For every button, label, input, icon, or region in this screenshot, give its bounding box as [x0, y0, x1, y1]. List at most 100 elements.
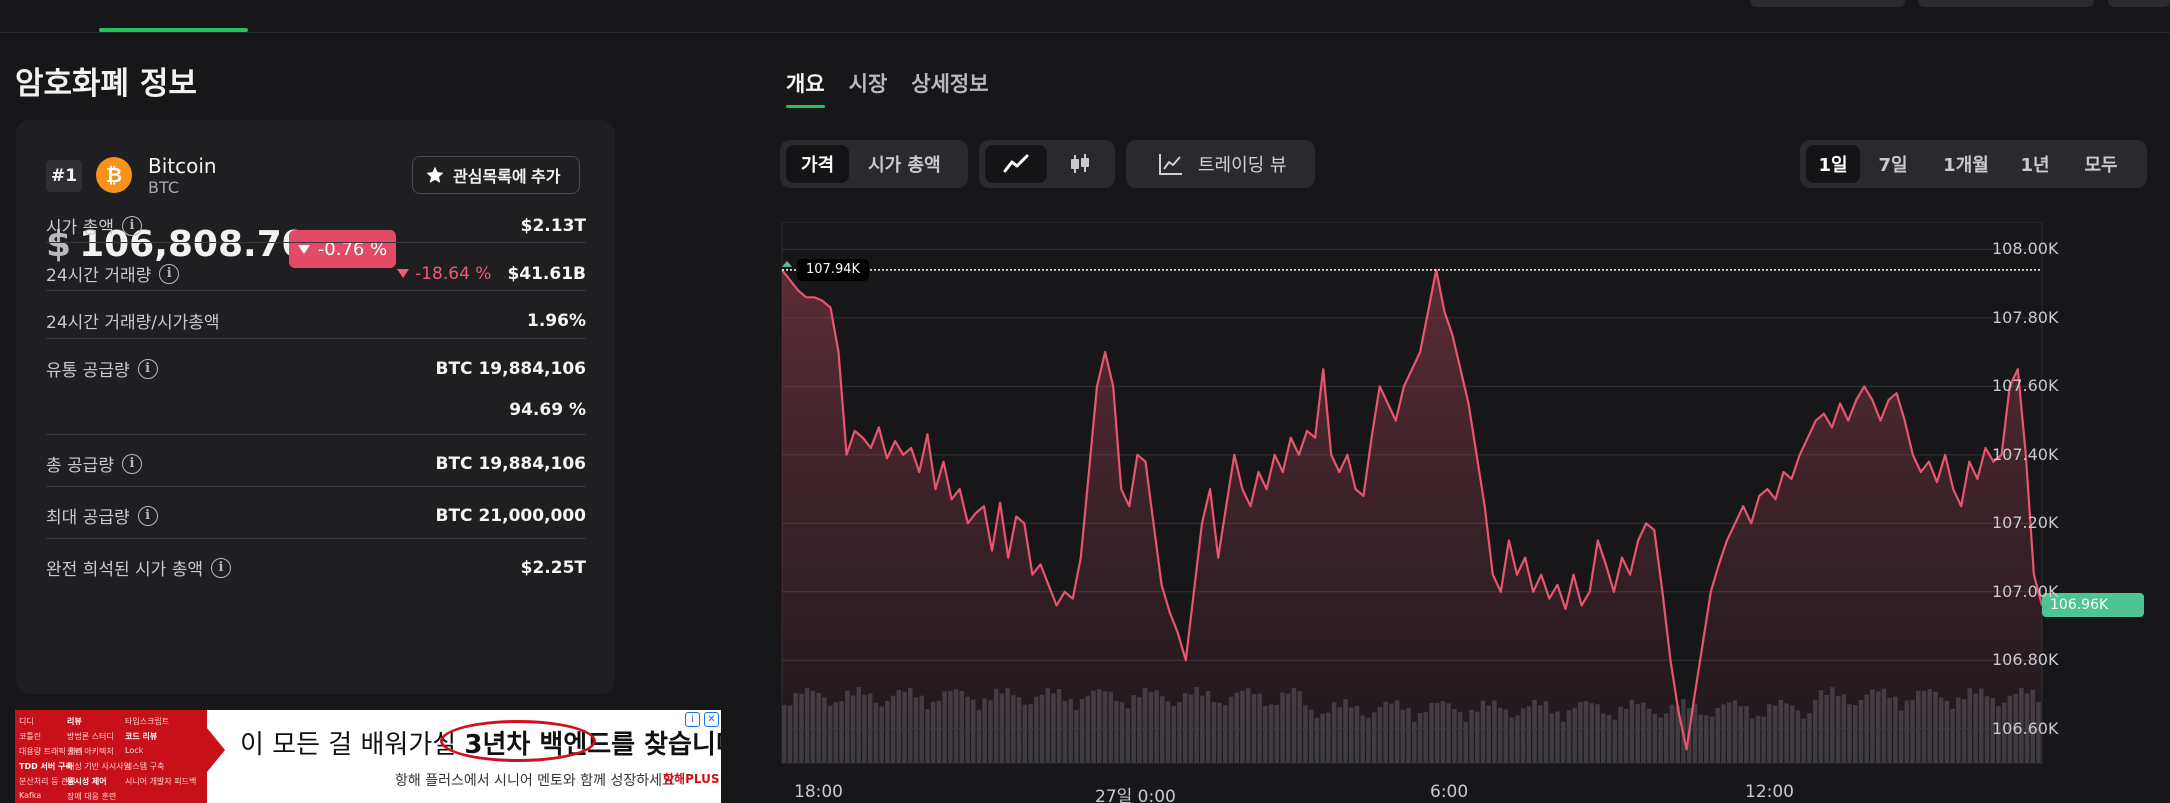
down-arrow-icon: [297, 244, 310, 254]
stat-label: 24시간 거래량/시가총액: [46, 313, 220, 333]
stat-circulating-percent: 94.69 %: [46, 400, 586, 420]
volume-change-value: -18.64 %: [415, 263, 492, 284]
down-arrow-icon: [397, 269, 410, 278]
y-tick-label: 107.00K: [1992, 581, 2059, 601]
divider: [46, 338, 586, 339]
trading-view-label: 트레이딩 뷰: [1198, 155, 1287, 176]
active-nav-indicator: [99, 28, 248, 32]
info-icon[interactable]: i: [121, 453, 142, 474]
mode-market-cap[interactable]: 시가 총액: [853, 145, 956, 183]
ad-keyword: TDD 서버 구축: [19, 762, 73, 771]
price-chart[interactable]: 107.94K 106.96K 108.00K 107.80K 107.60K 107…: [780, 222, 2170, 803]
stat-label: 24시간 거래량: [46, 266, 152, 286]
stat-value: 94.69 %: [509, 400, 586, 420]
info-icon[interactable]: i: [121, 215, 142, 236]
price-chart-svg: [781, 222, 2044, 764]
stat-label: 완전 희석된 시가 총액: [46, 560, 203, 580]
ad-keyword: 캐싱 기반 사시사업: [67, 762, 131, 771]
stat-label: 총 공급량: [46, 456, 114, 476]
add-watchlist-button[interactable]: 관심목록에 추가: [412, 156, 580, 194]
coin-info-card: #1 ₿ Bitcoin BTC 관심목록에 추가 $106,808.70 -0…: [16, 120, 615, 694]
trading-view-button[interactable]: 트레이딩 뷰: [1126, 140, 1315, 188]
top-button-2[interactable]: [1918, 0, 2094, 7]
ad-keyword: 디디: [19, 717, 34, 726]
range-1d[interactable]: 1일: [1806, 145, 1860, 183]
info-icon[interactable]: i: [137, 358, 158, 379]
y-tick-label: 107.60K: [1992, 376, 2059, 396]
ad-arrow: [207, 728, 225, 772]
info-icon[interactable]: i: [137, 505, 158, 526]
top-button-1[interactable]: [1750, 0, 1905, 7]
add-watchlist-label: 관심목록에 추가: [453, 169, 561, 186]
stat-market-cap: 시가 총액 i $2.13T: [46, 213, 586, 238]
y-tick-label: 107.20K: [1992, 513, 2059, 533]
ad-keyword: 동시성 제어: [67, 777, 107, 786]
y-tick-label: 106.80K: [1992, 650, 2059, 670]
stat-max-supply: 최대 공급량 i BTC 21,000,000: [46, 503, 586, 528]
top-nav-strip: [0, 0, 2170, 33]
stat-value: BTC 21,000,000: [435, 505, 587, 526]
ad-keyword: 리뷰: [67, 717, 82, 726]
candlestick-icon: [1071, 154, 1089, 173]
ad-keyword: Kafka: [19, 791, 42, 800]
tab-details[interactable]: 상세정보: [911, 68, 988, 108]
ad-keyword: 시스템 구축: [125, 762, 165, 771]
top-button-3[interactable]: [2108, 0, 2170, 7]
divider: [46, 486, 586, 487]
y-tick-label: 106.60K: [1992, 718, 2059, 738]
tab-market[interactable]: 시장: [849, 68, 888, 108]
ad-highlight-oval: [440, 720, 596, 762]
stat-value: $41.61B: [507, 263, 586, 284]
stat-value: $2.13T: [520, 215, 586, 236]
ad-subline: 항해 플러스에서 시니어 멘토와 함께 성장하세요: [395, 773, 675, 789]
stat-value: 1.96%: [527, 310, 586, 331]
range-7d[interactable]: 7일: [1860, 145, 1926, 183]
info-icon[interactable]: i: [159, 263, 180, 284]
stat-circulating-supply: 유통 공급량 i BTC 19,884,106: [46, 356, 586, 381]
price-area: [782, 269, 2042, 763]
main-tabs: 개요 시장 상세정보: [786, 68, 989, 108]
candle-chart-button[interactable]: [1051, 145, 1109, 183]
ad-brand-logo: 항해PLUS: [663, 772, 720, 786]
divider: [46, 242, 586, 243]
y-tick-label: 108.00K: [1992, 239, 2059, 259]
ad-banner[interactable]: 디디 리뷰 타입스크립트 코틀린 방법론 스터디 코드 리뷰 대용량 트래픽 처리 클린 아키…: [15, 710, 721, 803]
star-icon: [426, 166, 444, 183]
range-all[interactable]: 모두: [2064, 145, 2138, 183]
ad-keyword: 코드 리뷰: [125, 732, 158, 741]
stat-volume-24h: 24시간 거래량 i -18.64 % $41.61B: [46, 261, 586, 286]
info-icon[interactable]: i: [210, 557, 231, 578]
ad-choices[interactable]: i ✕: [685, 712, 719, 734]
ad-keyword: 시니어 개발자 피드백: [125, 777, 197, 786]
range-1m[interactable]: 1개월: [1926, 145, 2006, 183]
volume-change: -18.64 %: [397, 264, 491, 284]
chart-mode-toggle: 가격 시가 총액: [780, 140, 968, 188]
ad-close-icon[interactable]: ✕: [704, 712, 719, 727]
page: 암호화폐 정보 #1 ₿ Bitcoin BTC 관심목록에 추가 $106,8…: [0, 0, 2170, 803]
mode-price[interactable]: 가격: [786, 145, 850, 183]
stat-value: $2.25T: [520, 557, 586, 578]
rank-badge: #1: [46, 160, 82, 192]
ad-keyword: 코틀린: [19, 732, 42, 741]
ad-keyword-panel: 디디 리뷰 타입스크립트 코틀린 방법론 스터디 코드 리뷰 대용량 트래픽 처리 클린 아키…: [15, 710, 207, 803]
trading-view-icon: [1159, 154, 1182, 175]
stat-volume-mcap: 24시간 거래량/시가총액 1.96%: [46, 308, 586, 334]
chart-style-toggle: [979, 140, 1115, 188]
y-tick-label: 107.40K: [1992, 444, 2059, 464]
x-tick-label: 6:00: [1430, 782, 1469, 802]
ad-keyword: 방법론 스터디: [67, 732, 114, 741]
ad-keyword: 타입스크립트: [125, 717, 170, 726]
range-1y[interactable]: 1년: [2006, 145, 2064, 183]
line-chart-button[interactable]: [985, 145, 1047, 183]
ad-keyword: Lock: [125, 746, 144, 755]
stat-label: 시가 총액: [46, 218, 114, 238]
stat-value: BTC 19,884,106: [435, 358, 587, 379]
ad-info-icon[interactable]: i: [685, 712, 700, 727]
section-title: 암호화폐 정보: [15, 66, 197, 102]
high-marker-icon: [782, 260, 792, 267]
ad-headline-pre: 이 모든 걸 배워가실: [240, 730, 457, 760]
ad-keyword: 클린 아키텍처: [67, 747, 114, 756]
divider: [46, 434, 586, 435]
tab-overview[interactable]: 개요: [786, 68, 825, 108]
divider: [46, 290, 586, 291]
